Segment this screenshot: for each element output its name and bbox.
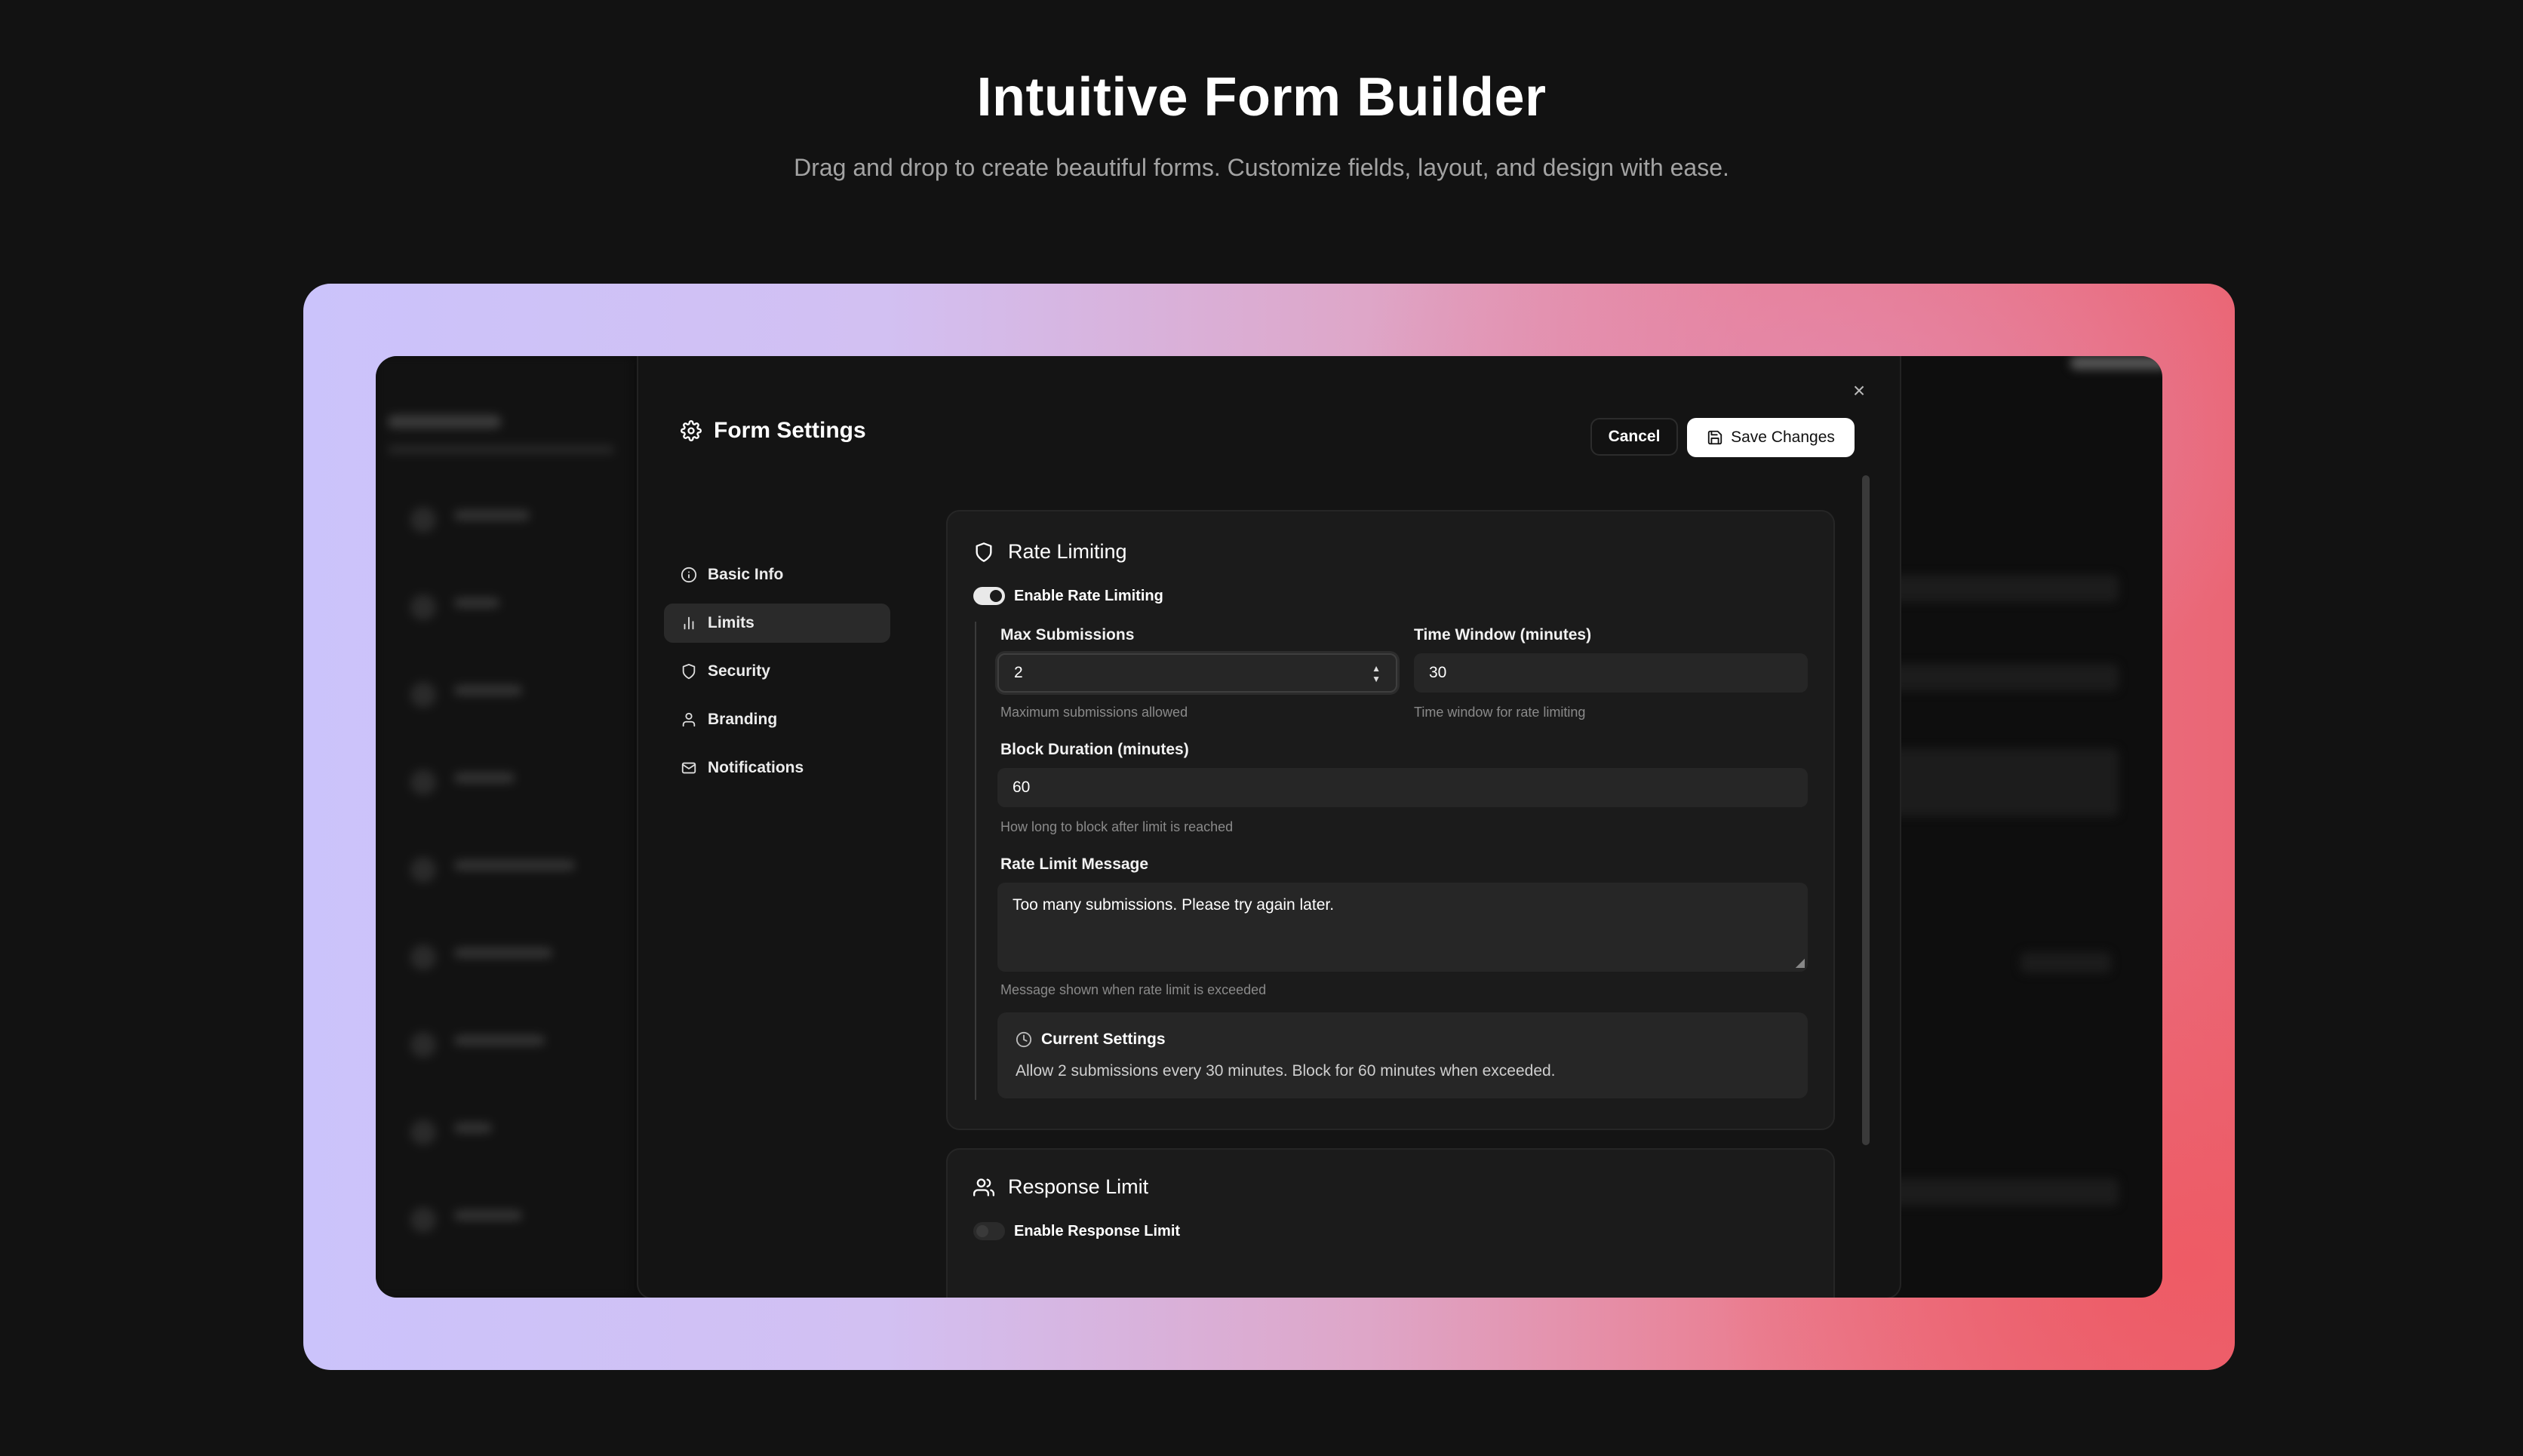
form-settings-modal: × Form Settings Cancel Save Changes Basi… xyxy=(637,356,1901,1298)
settings-indent-line xyxy=(975,622,976,1100)
enable-rate-limiting-row: Enable Rate Limiting xyxy=(973,587,1163,605)
gear-icon xyxy=(681,420,702,441)
gradient-frame: × Form Settings Cancel Save Changes Basi… xyxy=(303,284,2235,1370)
max-submissions-value: 2 xyxy=(1014,664,1023,681)
nav-item-label: Basic Info xyxy=(708,566,784,583)
nav-item-branding[interactable]: Branding xyxy=(664,700,890,739)
block-duration-input[interactable]: 60 xyxy=(997,768,1808,807)
users-icon xyxy=(973,1177,994,1198)
background-sidebar xyxy=(376,356,632,1298)
time-window-label: Time Window (minutes) xyxy=(1414,626,1592,644)
rate-limit-message-label: Rate Limit Message xyxy=(1000,855,1149,873)
response-limit-card: Response Limit Enable Response Limit xyxy=(946,1148,1835,1298)
enable-rate-limiting-toggle[interactable] xyxy=(973,587,1005,605)
max-submissions-input[interactable]: 2 ▲ ▼ xyxy=(997,653,1397,693)
time-window-value: 30 xyxy=(1429,664,1447,681)
nav-item-basic-info[interactable]: Basic Info xyxy=(664,555,890,594)
enable-response-limit-label: Enable Response Limit xyxy=(1014,1222,1181,1239)
info-icon xyxy=(681,567,697,583)
close-button[interactable]: × xyxy=(1845,377,1873,404)
bar-chart-icon xyxy=(681,615,697,631)
enable-response-limit-row: Enable Response Limit xyxy=(973,1222,1180,1240)
mail-icon xyxy=(681,760,697,776)
hero-title: Intuitive Form Builder xyxy=(976,67,1547,127)
background-content xyxy=(1892,356,2162,1298)
user-icon xyxy=(681,711,697,728)
max-submissions-label: Max Submissions xyxy=(1000,626,1135,644)
current-settings-title-text: Current Settings xyxy=(1041,1031,1166,1048)
current-settings-summary: Current Settings Allow 2 submissions eve… xyxy=(997,1012,1808,1098)
enable-response-limit-toggle[interactable] xyxy=(973,1222,1005,1240)
cancel-button[interactable]: Cancel xyxy=(1590,418,1678,456)
resize-handle-icon[interactable]: ◢ xyxy=(1796,955,1805,970)
time-window-hint: Time window for rate limiting xyxy=(1414,705,1586,720)
settings-nav: Basic Info Limits Security Branding Noti… xyxy=(664,555,890,797)
hero-subtitle: Drag and drop to create beautiful forms.… xyxy=(794,154,1729,181)
nav-item-label: Notifications xyxy=(708,759,804,776)
number-stepper[interactable]: ▲ ▼ xyxy=(1372,664,1381,683)
modal-title-text: Form Settings xyxy=(714,418,866,443)
nav-item-limits[interactable]: Limits xyxy=(664,604,890,643)
nav-item-security[interactable]: Security xyxy=(664,652,890,691)
save-changes-label: Save Changes xyxy=(1731,429,1835,446)
block-duration-label: Block Duration (minutes) xyxy=(1000,741,1189,758)
max-submissions-hint: Maximum submissions allowed xyxy=(1000,705,1188,720)
clock-icon xyxy=(1016,1031,1032,1048)
rate-limit-message-textarea[interactable]: Too many submissions. Please try again l… xyxy=(997,883,1808,972)
shield-icon xyxy=(973,542,994,563)
modal-title: Form Settings xyxy=(681,418,866,444)
enable-rate-limiting-label: Enable Rate Limiting xyxy=(1014,587,1163,604)
close-icon: × xyxy=(1852,379,1866,402)
time-window-input[interactable]: 30 xyxy=(1414,653,1808,693)
rate-limit-message-value: Too many submissions. Please try again l… xyxy=(1013,896,1335,914)
chevron-down-icon: ▼ xyxy=(1372,674,1381,684)
nav-item-label: Limits xyxy=(708,614,754,631)
current-settings-title: Current Settings xyxy=(1016,1031,1166,1049)
save-changes-button[interactable]: Save Changes xyxy=(1687,418,1855,457)
current-settings-text: Allow 2 submissions every 30 minutes. Bl… xyxy=(1016,1062,1556,1080)
rate-limit-message-hint: Message shown when rate limit is exceede… xyxy=(1000,982,1267,997)
app-screenshot: × Form Settings Cancel Save Changes Basi… xyxy=(376,356,2162,1298)
response-limit-title: Response Limit xyxy=(973,1175,1148,1199)
block-duration-hint: How long to block after limit is reached xyxy=(1000,819,1234,834)
block-duration-value: 60 xyxy=(1013,779,1031,796)
save-icon xyxy=(1707,429,1723,446)
rate-limiting-title: Rate Limiting xyxy=(973,540,1127,564)
response-limit-title-text: Response Limit xyxy=(1008,1175,1149,1198)
nav-item-label: Security xyxy=(708,662,770,680)
rate-limiting-card: Rate Limiting Enable Rate Limiting Max S… xyxy=(946,510,1835,1130)
scrollbar[interactable] xyxy=(1862,475,1870,1145)
nav-item-label: Branding xyxy=(708,711,778,728)
chevron-up-icon: ▲ xyxy=(1372,663,1381,674)
shield-icon xyxy=(681,663,697,680)
rate-limiting-title-text: Rate Limiting xyxy=(1008,540,1127,563)
nav-item-notifications[interactable]: Notifications xyxy=(664,748,890,788)
